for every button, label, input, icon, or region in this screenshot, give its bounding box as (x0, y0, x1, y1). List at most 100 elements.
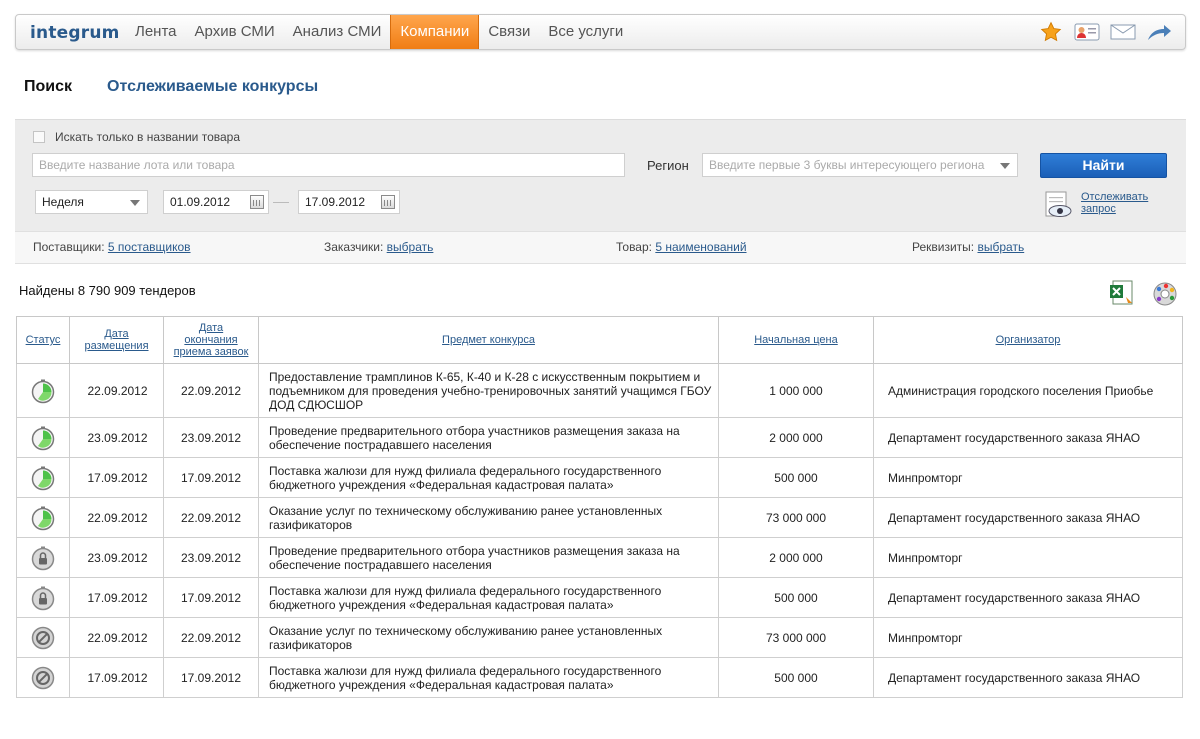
status-cell (16, 657, 70, 698)
top-icons (1037, 21, 1173, 43)
col-subject[interactable]: Предмет конкурса (258, 316, 719, 364)
title-only-checkbox[interactable] (33, 131, 45, 143)
table-row[interactable]: 17.09.2012 17.09.2012 Поставка жалюзи для … (16, 657, 1183, 698)
suppliers-link[interactable]: 5 поставщиков (108, 240, 191, 254)
find-button[interactable]: Найти (1040, 153, 1167, 178)
date-from-input[interactable]: 01.09.2012 (163, 190, 269, 214)
organizer-cell[interactable]: Департамент государственного заказа ЯНАО (873, 657, 1183, 698)
price-cell: 73 000 000 (718, 617, 874, 658)
table-row[interactable]: 17.09.2012 17.09.2012 Поставка жалюзи для … (16, 577, 1183, 618)
col-date-posted-label[interactable]: Дата размещения (81, 328, 153, 352)
nav-item-0[interactable]: Лента (126, 15, 186, 49)
customers-link[interactable]: выбрать (387, 240, 434, 254)
table-row[interactable]: 22.09.2012 22.09.2012 Оказание услуг по те… (16, 617, 1183, 658)
price-cell: 2 000 000 (718, 537, 874, 578)
query-input[interactable] (32, 153, 625, 177)
subject-cell[interactable]: Оказание услуг по техническому обслужива… (258, 617, 719, 658)
stopwatch-active-icon (30, 506, 56, 530)
subject-cell[interactable]: Поставка жалюзи для нужд филиала федерал… (258, 657, 719, 698)
subject-cell[interactable]: Проведение предварительного отбора участ… (258, 417, 719, 458)
tab-search[interactable]: Поиск (24, 78, 72, 96)
price-cell: 1 000 000 (718, 363, 874, 418)
date-posted-cell: 17.09.2012 (69, 457, 164, 498)
region-select[interactable]: Введите первые 3 буквы интересующего рег… (702, 153, 1018, 177)
table-row[interactable]: 17.09.2012 17.09.2012 Поставка жалюзи для … (16, 457, 1183, 498)
filter-requisites: Реквизиты: выбрать (912, 240, 1024, 254)
subject-cell[interactable]: Поставка жалюзи для нужд филиала федерал… (258, 457, 719, 498)
subject-cell[interactable]: Поставка жалюзи для нужд филиала федерал… (258, 577, 719, 618)
date-end-cell: 17.09.2012 (163, 657, 259, 698)
col-subject-label[interactable]: Предмет конкурса (442, 334, 535, 346)
organizer-cell[interactable]: Департамент государственного заказа ЯНАО (873, 497, 1183, 538)
organizer-cell[interactable]: Минпромторг (873, 537, 1183, 578)
organizer-cell[interactable]: Минпромторг (873, 617, 1183, 658)
col-status-label[interactable]: Статус (26, 334, 61, 346)
table-row[interactable]: 23.09.2012 23.09.2012 Проведение предварит… (16, 537, 1183, 578)
nav-item-4[interactable]: Связи (479, 15, 539, 49)
col-date-end-label[interactable]: Дата окончания приема заявок (171, 322, 251, 358)
track-query-link[interactable]: Отслеживать запрос (1043, 190, 1155, 220)
table-row[interactable]: 22.09.2012 22.09.2012 Предоставление трамп… (16, 363, 1183, 418)
region-label: Регион (647, 158, 689, 173)
nav-item-2[interactable]: Анализ СМИ (284, 15, 391, 49)
nav-item-5[interactable]: Все услуги (539, 15, 632, 49)
chevron-down-icon (130, 200, 140, 206)
star-icon[interactable] (1037, 21, 1065, 43)
status-cell (16, 577, 70, 618)
logo[interactable]: integrum (30, 23, 120, 43)
calendar-icon[interactable] (250, 195, 264, 209)
status-cell (16, 457, 70, 498)
eye-document-icon (1045, 191, 1072, 217)
share-arrow-icon[interactable] (1145, 21, 1173, 43)
col-date-end[interactable]: Дата окончания приема заявок (163, 316, 259, 364)
col-organizer[interactable]: Организатор (873, 316, 1183, 364)
chevron-down-icon (1000, 163, 1010, 169)
organizer-cell[interactable]: Минпромторг (873, 457, 1183, 498)
date-to-input[interactable]: 17.09.2012 (298, 190, 400, 214)
subject-cell[interactable]: Предоставление трамплинов К-65, К-40 и К… (258, 363, 719, 418)
nav-item-3[interactable]: Компании (390, 15, 480, 49)
status-cell (16, 537, 70, 578)
results-table-body: 22.09.2012 22.09.2012 Предоставление трамп… (16, 363, 1183, 698)
col-price[interactable]: Начальная цена (718, 316, 874, 364)
period-select[interactable]: Неделя (35, 190, 148, 214)
organizer-cell[interactable]: Департамент государственного заказа ЯНАО (873, 417, 1183, 458)
palette-settings-icon[interactable] (1150, 279, 1182, 307)
filters-row: Поставщики: 5 поставщиков Заказчики: выб… (15, 231, 1186, 264)
date-end-cell: 17.09.2012 (163, 457, 259, 498)
page-tabs: Поиск Отслеживаемые конкурсы (24, 78, 318, 96)
excel-export-icon[interactable] (1108, 279, 1136, 307)
date-posted-cell: 17.09.2012 (69, 577, 164, 618)
organizer-cell[interactable]: Администрация городского поселения Приоб… (873, 363, 1183, 418)
requisites-link[interactable]: выбрать (977, 240, 1024, 254)
cancelled-icon (30, 666, 56, 689)
results-count: Найдены 8 790 909 тендеров (19, 283, 196, 298)
date-posted-cell: 23.09.2012 (69, 417, 164, 458)
main-nav: Лента Архив СМИ Анализ СМИ Компании Связи Все… (126, 15, 632, 49)
price-cell: 500 000 (718, 657, 874, 698)
table-row[interactable]: 23.09.2012 23.09.2012 Проведение предварит… (16, 417, 1183, 458)
table-row[interactable]: 22.09.2012 22.09.2012 Оказание услуг по те… (16, 497, 1183, 538)
calendar-icon[interactable] (381, 195, 395, 209)
organizer-cell[interactable]: Департамент государственного заказа ЯНАО (873, 577, 1183, 618)
col-status[interactable]: Статус (16, 316, 70, 364)
date-end-cell: 22.09.2012 (163, 617, 259, 658)
goods-link[interactable]: 5 наименований (655, 240, 746, 254)
filter-customers: Заказчики: выбрать (324, 240, 433, 254)
col-date-posted[interactable]: Дата размещения (69, 316, 164, 364)
mail-icon[interactable] (1109, 21, 1137, 43)
requisites-label: Реквизиты: (912, 240, 975, 254)
date-end-cell: 23.09.2012 (163, 537, 259, 578)
date-end-cell: 22.09.2012 (163, 497, 259, 538)
customers-label: Заказчики: (324, 240, 384, 254)
tab-tracked-tenders[interactable]: Отслеживаемые конкурсы (107, 78, 318, 96)
col-organizer-label[interactable]: Организатор (996, 334, 1061, 346)
date-posted-cell: 23.09.2012 (69, 537, 164, 578)
contact-card-icon[interactable] (1073, 21, 1101, 43)
subject-cell[interactable]: Проведение предварительного отбора участ… (258, 537, 719, 578)
suppliers-label: Поставщики: (33, 240, 105, 254)
table-header-row: Статус Дата размещения Дата окончания пр… (16, 316, 1183, 364)
subject-cell[interactable]: Оказание услуг по техническому обслужива… (258, 497, 719, 538)
nav-item-1[interactable]: Архив СМИ (186, 15, 284, 49)
col-price-label[interactable]: Начальная цена (754, 334, 838, 346)
